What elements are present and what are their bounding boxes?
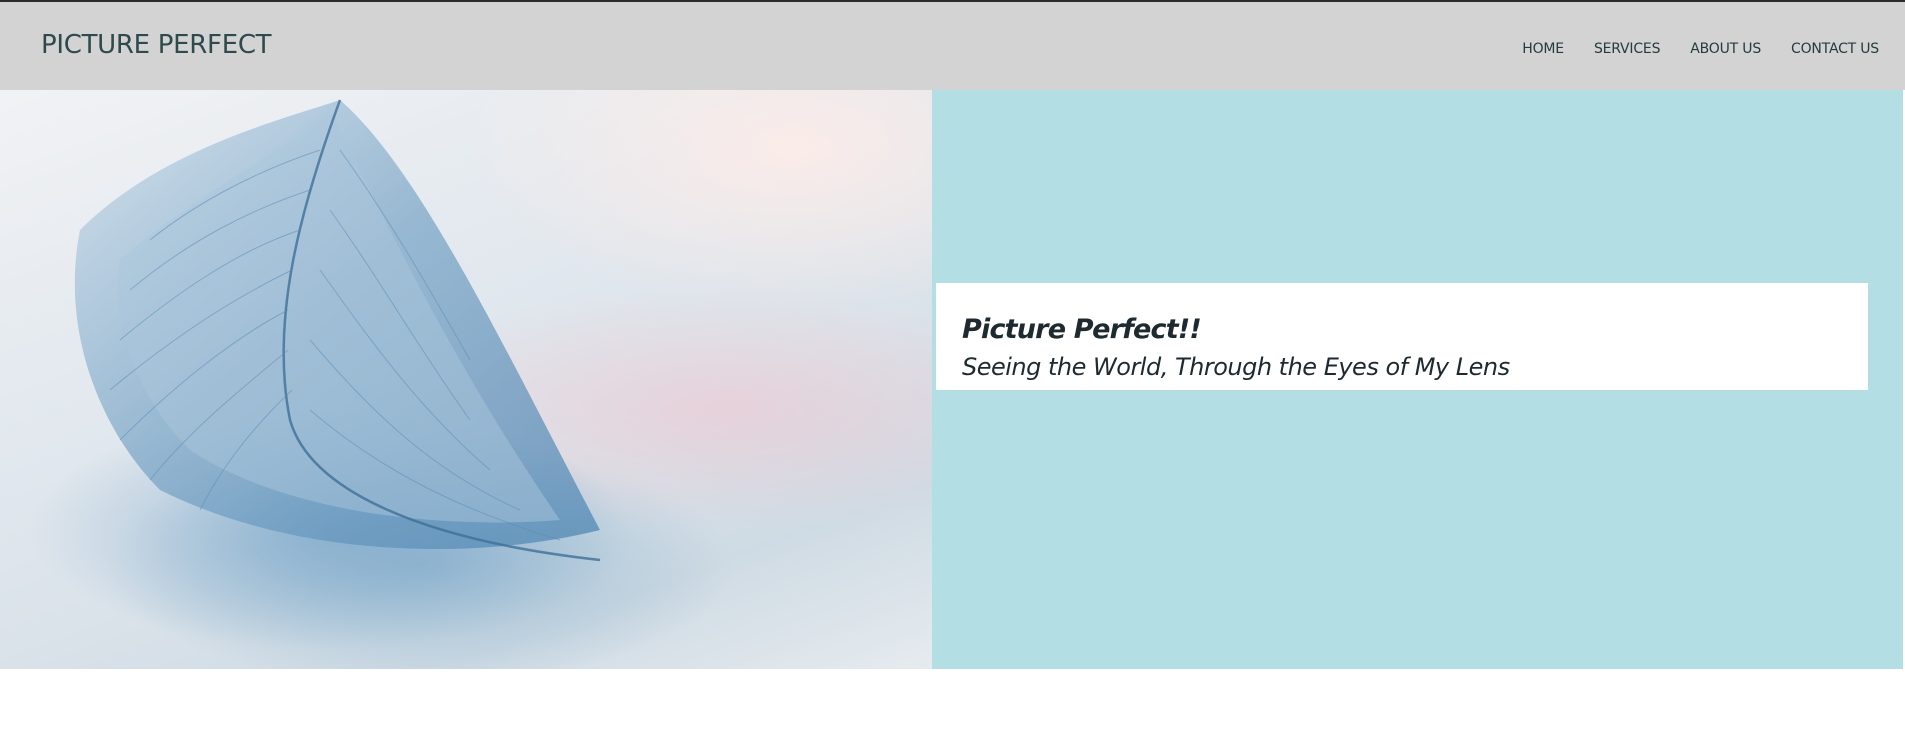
nav-item-services: SERVICES xyxy=(1594,38,1661,57)
hero-feather-image xyxy=(0,90,932,669)
brand-logo-link[interactable]: PICTURE PERFECT xyxy=(41,30,272,60)
hero-title: Picture Perfect!! xyxy=(962,314,1202,345)
nav-menu: HOME SERVICES ABOUT US CONTACT US xyxy=(1522,38,1879,57)
nav-link-home[interactable]: HOME xyxy=(1522,41,1564,57)
hero-caption-box: Picture Perfect!! Seeing the World, Thro… xyxy=(936,283,1868,390)
feather-illustration xyxy=(30,99,630,650)
nav-item-about-us: ABOUT US xyxy=(1690,38,1761,57)
nav-link-about-us[interactable]: ABOUT US xyxy=(1690,41,1761,57)
page: PICTURE PERFECT HOME SERVICES ABOUT US C… xyxy=(0,0,1905,743)
nav-link-services[interactable]: SERVICES xyxy=(1594,41,1661,57)
navbar: PICTURE PERFECT HOME SERVICES ABOUT US C… xyxy=(0,2,1905,90)
hero-section: Picture Perfect!! Seeing the World, Thro… xyxy=(0,90,1905,669)
nav-item-home: HOME xyxy=(1522,38,1564,57)
hero-subtitle: Seeing the World, Through the Eyes of My… xyxy=(962,353,1510,381)
nav-item-contact-us: CONTACT US xyxy=(1791,38,1879,57)
nav-link-contact-us[interactable]: CONTACT US xyxy=(1791,41,1879,57)
